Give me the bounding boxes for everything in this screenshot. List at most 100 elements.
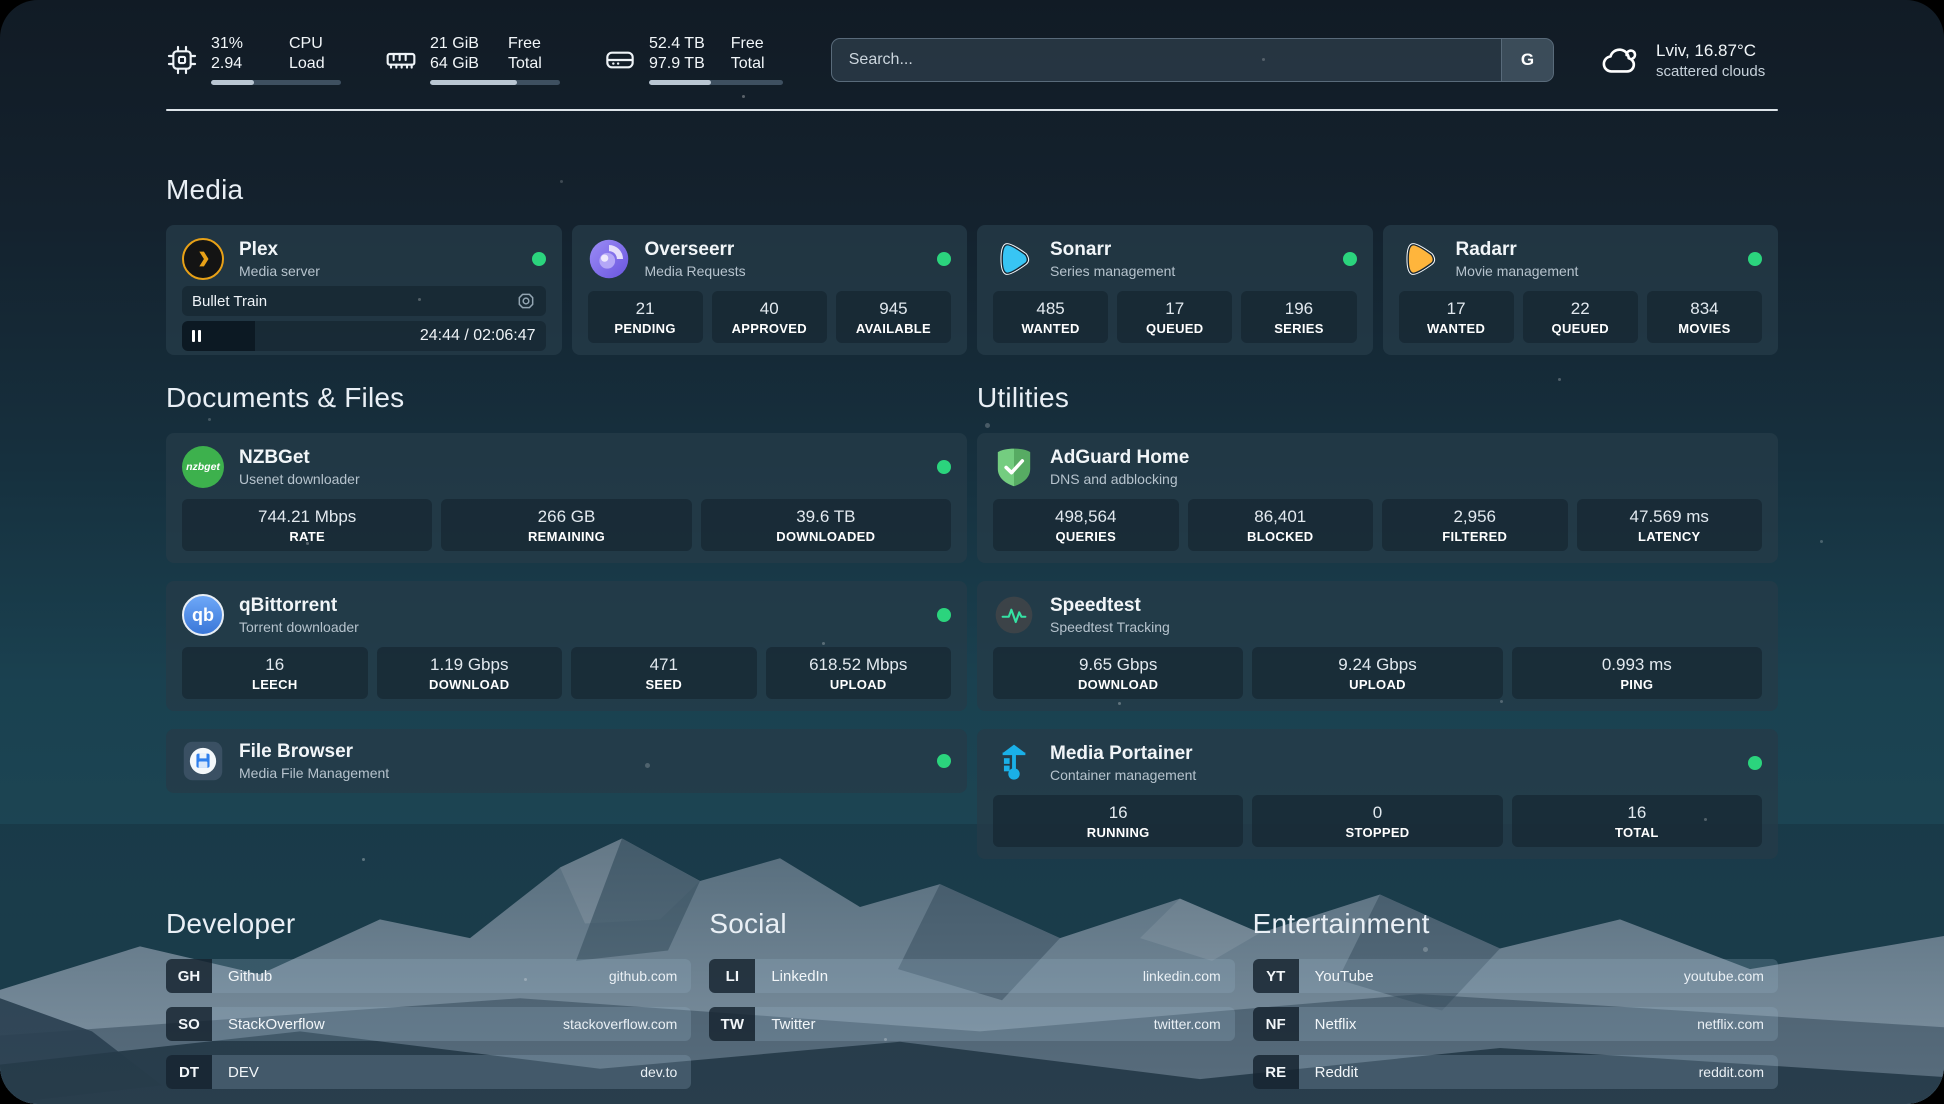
bookmark-reddit[interactable]: RE Reddit reddit.com	[1253, 1055, 1778, 1089]
pause-icon[interactable]	[192, 330, 201, 342]
cloud-icon	[1600, 39, 1642, 81]
radarr-icon	[1399, 238, 1441, 280]
app-title: Media Portainer	[1050, 742, 1196, 766]
app-subtitle: DNS and adblocking	[1050, 470, 1189, 488]
stat-series: 196SERIES	[1241, 291, 1356, 343]
app-card-sonarr[interactable]: Sonarr Series management 485WANTED 17QUE…	[977, 225, 1373, 355]
disk-monitor: 52.4 TB 97.9 TB Free Total	[604, 34, 783, 85]
app-subtitle: Container management	[1050, 766, 1196, 784]
bookmark-url: dev.to	[640, 1064, 677, 1080]
bookmark-github[interactable]: GH Github github.com	[166, 959, 691, 993]
bookmark-url: github.com	[609, 968, 677, 984]
bookmark-abbr: DT	[166, 1055, 212, 1089]
hard-drive-icon	[604, 44, 636, 76]
section-media: Media Plex Media server	[166, 173, 1778, 355]
stat-stopped: 0STOPPED	[1252, 795, 1502, 847]
now-playing-row: Bullet Train	[182, 286, 546, 316]
bookmark-url: linkedin.com	[1143, 968, 1221, 984]
app-subtitle: Media File Management	[239, 764, 389, 782]
app-title: NZBGet	[239, 446, 360, 470]
stat-upload: 618.52 MbpsUPLOAD	[766, 647, 952, 699]
app-title: Overseerr	[645, 238, 746, 262]
app-title: File Browser	[239, 740, 389, 764]
app-card-filebrowser[interactable]: File Browser Media File Management	[166, 729, 967, 793]
total-label: Total	[508, 54, 560, 74]
status-dot	[937, 608, 951, 622]
disk-free: 52.4 TB	[649, 34, 705, 54]
cpu-labels: CPU Load	[289, 34, 341, 74]
section-title-media: Media	[166, 173, 1778, 207]
qbittorrent-icon: qb	[182, 594, 224, 636]
bookmark-youtube[interactable]: YT YouTube youtube.com	[1253, 959, 1778, 993]
cpu-usage-bar	[211, 80, 341, 85]
ram-free: 21 GiB	[430, 34, 482, 54]
stat-filtered: 2,956FILTERED	[1382, 499, 1568, 551]
section-utilities: Utilities	[977, 381, 1778, 877]
ram-total: 64 GiB	[430, 54, 482, 74]
app-subtitle: Usenet downloader	[239, 470, 360, 488]
stat-ping: 0.993 msPING	[1512, 647, 1762, 699]
playback-progress-row[interactable]: 24:44 / 02:06:47	[182, 321, 546, 351]
app-subtitle: Media server	[239, 262, 320, 280]
app-title: Sonarr	[1050, 238, 1175, 262]
ram-values: 21 GiB 64 GiB	[430, 34, 482, 74]
nzbget-icon: nzbget	[182, 446, 224, 488]
app-card-qbittorrent[interactable]: qb qBittorrent Torrent downloader 16LEEC…	[166, 581, 967, 711]
app-card-speedtest[interactable]: Speedtest Speedtest Tracking 9.65 GbpsDO…	[977, 581, 1778, 711]
status-dot	[937, 754, 951, 768]
app-card-plex[interactable]: Plex Media server Bullet Train	[166, 225, 562, 355]
stat-queued: 22QUEUED	[1523, 291, 1638, 343]
app-subtitle: Media Requests	[645, 262, 746, 280]
stat-movies: 834MOVIES	[1647, 291, 1762, 343]
search-input[interactable]	[832, 39, 1501, 81]
system-monitors: 31% 2.94 CPU Load	[166, 34, 783, 85]
plex-icon	[182, 238, 224, 280]
stat-pending: 21PENDING	[588, 291, 703, 343]
bookmark-name: Reddit	[1315, 1064, 1358, 1081]
section-developer: Developer GH Github github.com SO StackO…	[166, 907, 691, 1103]
app-card-portainer[interactable]: Media Portainer Container management 16R…	[977, 729, 1778, 859]
stat-remaining: 266 GBREMAINING	[441, 499, 691, 551]
disk-total: 97.9 TB	[649, 54, 705, 74]
app-subtitle: Movie management	[1456, 262, 1579, 280]
cpu-values: 31% 2.94	[211, 34, 263, 74]
bookmark-name: DEV	[228, 1064, 259, 1081]
bookmark-dev[interactable]: DT DEV dev.to	[166, 1055, 691, 1089]
stat-upload: 9.24 GbpsUPLOAD	[1252, 647, 1502, 699]
cpu-monitor: 31% 2.94 CPU Load	[166, 34, 341, 85]
disk-values: 52.4 TB 97.9 TB	[649, 34, 705, 74]
bookmark-name: YouTube	[1315, 968, 1374, 985]
ram-labels: Free Total	[508, 34, 560, 74]
search-bar[interactable]: G	[831, 38, 1554, 82]
cpu-load-value: 2.94	[211, 54, 263, 74]
stat-queries: 498,564QUERIES	[993, 499, 1179, 551]
app-subtitle: Speedtest Tracking	[1050, 618, 1170, 636]
now-playing-title: Bullet Train	[192, 293, 267, 310]
bookmark-name: StackOverflow	[228, 1016, 325, 1033]
bookmark-url: netflix.com	[1697, 1016, 1764, 1032]
top-bar: 31% 2.94 CPU Load	[166, 34, 1778, 85]
bookmark-name: Github	[228, 968, 272, 985]
app-card-radarr[interactable]: Radarr Movie management 17WANTED 22QUEUE…	[1383, 225, 1779, 355]
app-card-overseerr[interactable]: Overseerr Media Requests 21PENDING 40APP…	[572, 225, 968, 355]
section-title-social: Social	[709, 907, 1234, 941]
bookmark-twitter[interactable]: TW Twitter twitter.com	[709, 1007, 1234, 1041]
stat-downloaded: 39.6 TBDOWNLOADED	[701, 499, 951, 551]
search-engine-button[interactable]: G	[1501, 39, 1553, 81]
bookmark-linkedin[interactable]: LI LinkedIn linkedin.com	[709, 959, 1234, 993]
bookmark-abbr: TW	[709, 1007, 755, 1041]
total-label: Total	[731, 54, 783, 74]
status-dot	[937, 252, 951, 266]
stat-wanted: 17WANTED	[1399, 291, 1514, 343]
stat-latency: 47.569 msLATENCY	[1577, 499, 1763, 551]
ram-monitor: 21 GiB 64 GiB Free Total	[385, 34, 560, 85]
bookmark-netflix[interactable]: NF Netflix netflix.com	[1253, 1007, 1778, 1041]
weather-widget[interactable]: Lviv, 16.87°C scattered clouds	[1600, 39, 1778, 81]
ram-usage-bar	[430, 80, 560, 85]
app-subtitle: Torrent downloader	[239, 618, 359, 636]
section-title-entertainment: Entertainment	[1253, 907, 1778, 941]
app-card-adguard[interactable]: AdGuard Home DNS and adblocking 498,564Q…	[977, 433, 1778, 563]
bookmark-stackoverflow[interactable]: SO StackOverflow stackoverflow.com	[166, 1007, 691, 1041]
app-title: Radarr	[1456, 238, 1579, 262]
app-card-nzbget[interactable]: nzbget NZBGet Usenet downloader 744.21 M…	[166, 433, 967, 563]
